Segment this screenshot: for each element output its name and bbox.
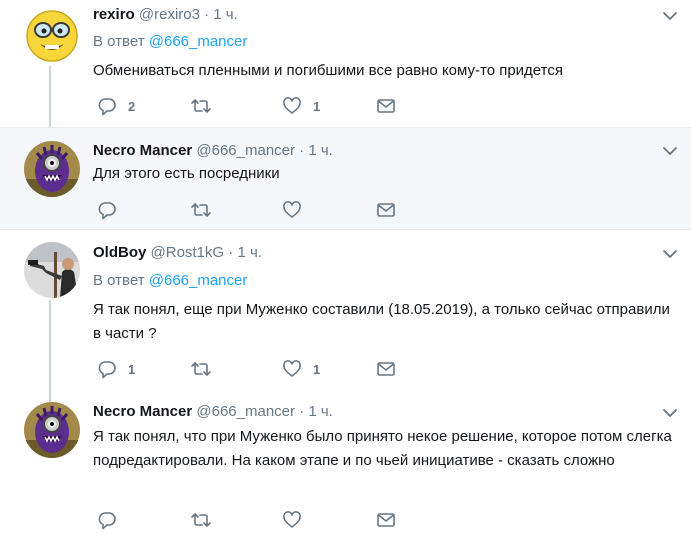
retweet-button[interactable] (190, 509, 223, 531)
reply-count: 1 (128, 361, 136, 377)
envelope-icon (377, 513, 395, 527)
retweet-icon (191, 203, 211, 217)
separator: · (204, 6, 210, 23)
reply-icon (98, 361, 116, 379)
purple-minion-avatar (24, 402, 80, 458)
reply-button[interactable] (97, 199, 128, 221)
heart-icon (283, 360, 301, 377)
author-handle[interactable]: @Rost1kG (151, 244, 225, 261)
reply-to-prefix: В ответ (93, 33, 145, 50)
separator: · (299, 142, 305, 159)
retweet-button[interactable] (190, 95, 223, 117)
reply-icon (98, 512, 116, 530)
tweet[interactable]: Necro Mancer @666_mancer · 1 ч. Для этог… (0, 128, 691, 229)
dm-button[interactable] (376, 509, 396, 531)
chevron-down-icon[interactable] (660, 244, 680, 264)
emoji-glasses-avatar (24, 8, 80, 64)
reply-button[interactable] (97, 509, 128, 531)
envelope-icon (377, 99, 395, 113)
separator: · (299, 403, 305, 420)
separator: · (228, 244, 234, 261)
purple-minion-avatar (24, 141, 80, 197)
envelope-icon (377, 362, 395, 376)
chevron-down-icon[interactable] (660, 141, 680, 161)
like-count: 1 (313, 361, 321, 377)
reply-to: В ответ @666_mancer (93, 271, 247, 291)
avatar[interactable] (24, 141, 80, 197)
tweet[interactable]: Necro Mancer @666_mancer · 1 ч. Я так по… (0, 390, 691, 532)
like-button[interactable] (282, 199, 313, 221)
chevron-down-icon[interactable] (660, 6, 680, 26)
heart-icon (283, 97, 301, 114)
retweet-button[interactable] (190, 358, 223, 380)
dm-button[interactable] (376, 95, 396, 117)
tweet-text: Для этого есть посредники (93, 165, 280, 182)
avatar[interactable] (24, 242, 80, 298)
reply-to: В ответ @666_mancer (93, 32, 247, 52)
author-name[interactable]: OldBoy (93, 244, 146, 261)
timestamp[interactable]: 1 ч. (237, 244, 262, 261)
tweet-header: Necro Mancer @666_mancer · 1 ч. (93, 402, 333, 422)
avatar[interactable] (24, 8, 80, 64)
timestamp[interactable]: 1 ч. (308, 403, 333, 420)
tweet-header: OldBoy @Rost1kG · 1 ч. (93, 243, 262, 263)
like-button[interactable]: 1 (282, 358, 320, 380)
tweet-text: Обмениваться пленными и погибшими все ра… (93, 62, 563, 79)
avatar[interactable] (24, 402, 80, 458)
author-name[interactable]: Necro Mancer (93, 403, 192, 420)
like-button[interactable]: 1 (282, 95, 320, 117)
author-handle[interactable]: @666_mancer (196, 142, 295, 159)
retweet-button[interactable] (190, 199, 223, 221)
man-with-gun-avatar (24, 242, 80, 298)
like-button[interactable] (282, 509, 313, 531)
reply-count: 2 (128, 98, 136, 114)
reply-icon (98, 202, 116, 220)
tweet[interactable]: OldBoy @Rost1kG · 1 ч. В ответ @666_manc… (0, 230, 691, 390)
retweet-icon (191, 99, 211, 113)
like-count: 1 (313, 98, 321, 114)
author-name[interactable]: Necro Mancer (93, 142, 192, 159)
timestamp[interactable]: 1 ч. (213, 6, 238, 23)
tweet-header: Necro Mancer @666_mancer · 1 ч. (93, 141, 333, 161)
reply-to-handle[interactable]: @666_mancer (149, 272, 248, 289)
heart-icon (283, 511, 301, 528)
author-handle[interactable]: @666_mancer (196, 403, 295, 420)
retweet-icon (191, 362, 211, 376)
reply-button[interactable]: 2 (97, 95, 135, 117)
reply-to-prefix: В ответ (93, 272, 145, 289)
retweet-icon (191, 513, 211, 527)
tweet-text: Я так понял, еще при Муженко составили (… (93, 301, 670, 342)
chevron-down-icon[interactable] (660, 403, 680, 423)
reply-button[interactable]: 1 (97, 358, 135, 380)
tweet-text: Я так понял, что при Муженко было принят… (93, 428, 672, 469)
dm-button[interactable] (376, 358, 396, 380)
reply-to-handle[interactable]: @666_mancer (149, 33, 248, 50)
envelope-icon (377, 203, 395, 217)
tweet-header: rexiro @rexiro3 · 1 ч. (93, 5, 238, 25)
timestamp[interactable]: 1 ч. (308, 142, 333, 159)
author-name[interactable]: rexiro (93, 6, 135, 23)
tweet[interactable]: rexiro @rexiro3 · 1 ч. В ответ @666_manc… (0, 0, 691, 127)
dm-button[interactable] (376, 199, 396, 221)
reply-icon (98, 98, 116, 116)
heart-icon (283, 201, 301, 218)
author-handle[interactable]: @rexiro3 (139, 6, 200, 23)
